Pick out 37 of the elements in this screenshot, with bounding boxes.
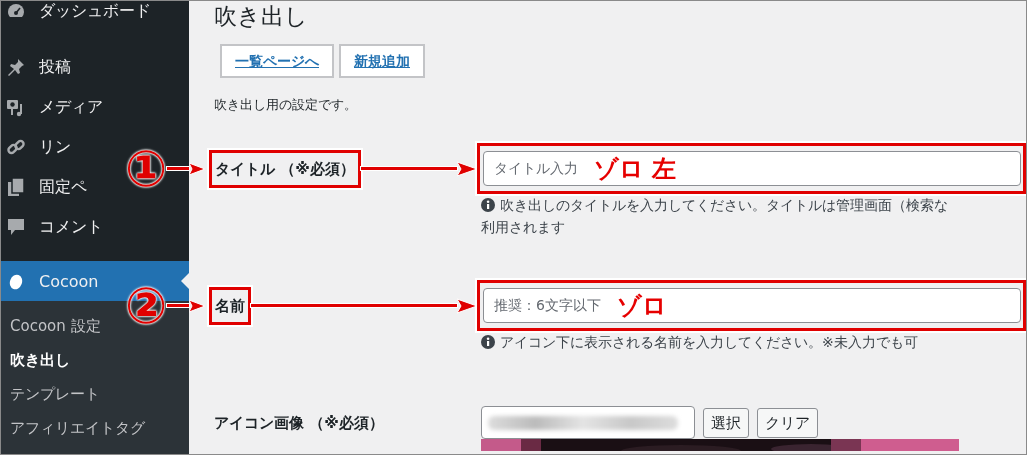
current-pointer-icon (181, 273, 189, 289)
menu-item[interactable]: 投稿 (1, 47, 75, 87)
info-icon (481, 198, 495, 212)
arrow (167, 160, 205, 177)
comment-icon (6, 217, 26, 237)
page-title: 吹き出し (214, 2, 308, 31)
step-number: ① (125, 140, 168, 197)
annotation-text: ゾロ (616, 291, 667, 320)
pages-icon (6, 177, 26, 197)
pushpin-icon (6, 57, 26, 77)
info-icon (481, 335, 495, 349)
help-text: 吹き出しのタイトルを入力してください。タイトルは管理画面（検索な (481, 194, 948, 216)
submenu-item[interactable]: アフィリエイトタグ (1, 411, 149, 445)
input-field[interactable]: 推奨：6文字以下 ゾロ (483, 288, 1021, 323)
description-text: 吹き出し用の設定です。 (214, 96, 357, 114)
input-field[interactable] (481, 406, 695, 439)
link-icon (6, 137, 26, 157)
submenu-item[interactable]: Cocoon 設定 (1, 309, 105, 343)
field-label: 名前 (209, 286, 251, 325)
button[interactable]: 選択 (703, 407, 749, 438)
menu-item[interactable]: リン (1, 127, 75, 167)
submenu-item[interactable]: テンプレート (1, 377, 104, 411)
link-button[interactable]: 新規追加 (339, 44, 425, 78)
field-label: タイトル （※必須） (209, 149, 361, 188)
submenu-item[interactable]: 吹き出し (1, 343, 74, 377)
help-text: アイコン下に表示される名前を入力してください。※未入力でも可 (481, 331, 918, 353)
menu-item[interactable]: コメント (1, 207, 107, 247)
annotation-text: ゾロ 左 (594, 154, 677, 183)
menu-item[interactable]: ダッシュボード (1, 1, 155, 31)
menu-item[interactable]: メディア (1, 87, 107, 127)
help-text: 利用されます (481, 218, 565, 237)
field-label: アイコン画像 （※必須） (213, 413, 385, 434)
input-field[interactable]: タイトル入力 ゾロ 左 (483, 151, 1021, 186)
arrow (167, 297, 205, 314)
link-button[interactable]: 一覧ページへ (220, 44, 334, 78)
button[interactable]: クリア (757, 407, 818, 438)
menu-item[interactable]: 固定ペ (1, 167, 91, 207)
